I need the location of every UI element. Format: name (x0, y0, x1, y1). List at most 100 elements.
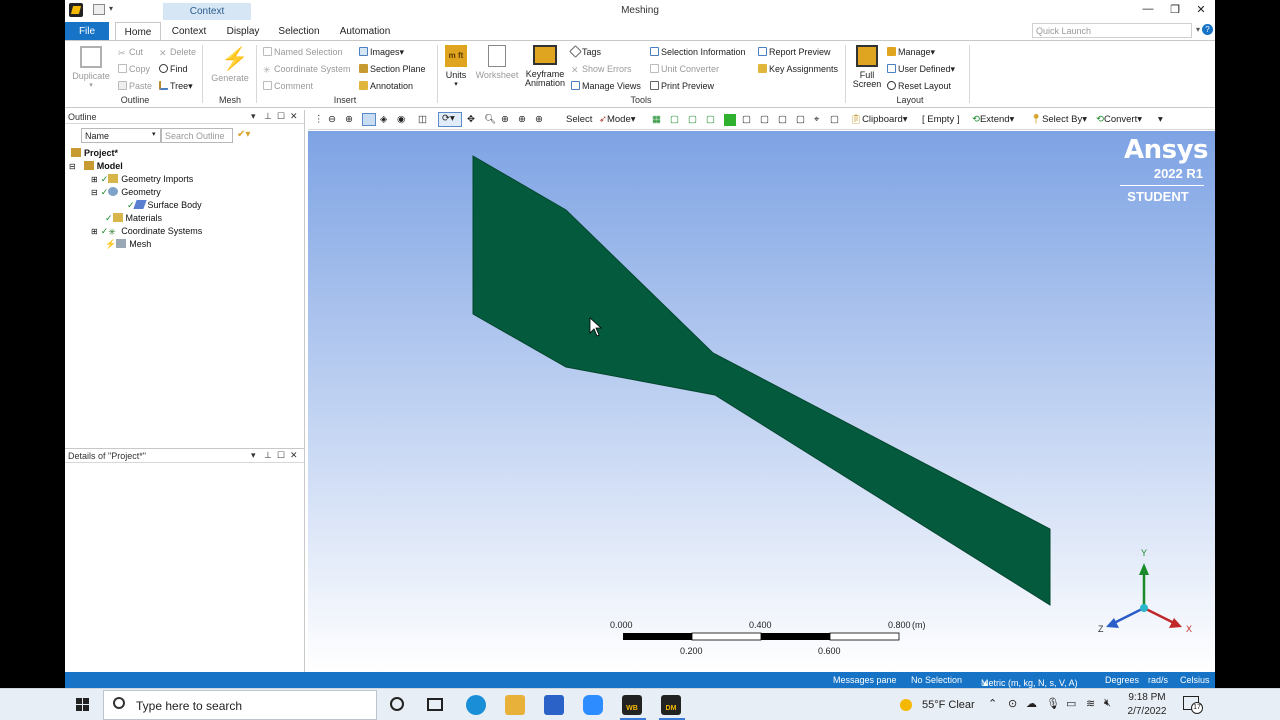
key-assignments-button[interactable]: Key Assignments (758, 64, 838, 74)
edge-browser-icon[interactable] (466, 695, 486, 715)
battery-icon[interactable]: ▭ (1066, 697, 1076, 710)
panel-close-icon[interactable]: ✕ (290, 111, 298, 122)
tree-item-materials[interactable]: ✓ Materials (105, 213, 162, 224)
zoom-icon[interactable]: 🔍︎ (484, 114, 496, 125)
quick-launch-input[interactable]: Quick Launch (1032, 23, 1192, 38)
filter-check-icon[interactable]: ✔▾ (237, 129, 250, 140)
messages-pane-button[interactable]: Messages pane (833, 675, 897, 685)
full-screen-button[interactable]: Full Screen (850, 45, 884, 89)
tab-file[interactable]: File (65, 22, 109, 40)
shaded-view-icon[interactable]: ◉ (397, 114, 405, 125)
design-modeler-app-icon[interactable]: DM (661, 695, 681, 715)
maximize-icon[interactable]: ☐ (277, 450, 285, 461)
dropdown-arrow-icon[interactable]: ▾ (1196, 25, 1200, 34)
annotation-button[interactable]: Annotation (359, 81, 413, 91)
task-view-icon[interactable] (427, 698, 443, 711)
copy-button[interactable]: Copy (118, 64, 150, 74)
clock-date[interactable]: 2/7/2022 (1124, 706, 1170, 717)
named-selection-button[interactable]: Named Selection (263, 47, 343, 57)
report-preview-button[interactable]: Report Preview (758, 47, 831, 57)
zoom-out-icon[interactable]: ⊖ (328, 114, 336, 125)
tree-item-surface-body[interactable]: ✓ Surface Body (127, 200, 202, 211)
workbench-app-icon[interactable]: WB (622, 695, 642, 715)
expand-icon[interactable]: ⊞ (91, 227, 98, 236)
convert-button[interactable]: ⟲Convert▾ (1096, 114, 1142, 125)
clipboard-button[interactable]: 📋︎Clipboard▾ (850, 114, 908, 125)
extend-button[interactable]: ⟲Extend▾ (972, 114, 1014, 125)
select-mesh-icon[interactable] (724, 114, 736, 126)
reset-layout-button[interactable]: Reset Layout (887, 81, 951, 91)
volume-muted-icon[interactable]: 🔇︎ (1104, 697, 1111, 710)
images-button[interactable]: Images▾ (359, 47, 404, 58)
generate-button[interactable]: ⚡ Generate (207, 46, 253, 83)
weather-status[interactable]: 55°F Clear (922, 699, 975, 711)
select-vertex-icon[interactable]: ▦ (652, 114, 661, 125)
minimize-button[interactable]: — (1136, 3, 1160, 19)
select-body-icon[interactable]: ▢ (706, 114, 715, 125)
zoom-app-icon[interactable] (583, 695, 603, 715)
show-errors-button[interactable]: ✕ Show Errors (571, 64, 632, 75)
tree-item-geometry-imports[interactable]: ⊞ ✓ Geometry Imports (91, 174, 193, 185)
microphone-icon[interactable]: 🎙︎ (1046, 697, 1060, 710)
toolbar-overflow-icon[interactable]: ▾ (1158, 114, 1163, 125)
select-all-icon[interactable]: ▢ (796, 114, 805, 125)
onedrive-icon[interactable]: ☁ (1026, 697, 1037, 710)
cut-button[interactable]: ✂ Cut (118, 47, 143, 58)
find-button[interactable]: Find (159, 64, 188, 74)
manage-button[interactable]: Manage▾ (887, 47, 935, 58)
units-button[interactable]: m ft Units ▾ (441, 45, 471, 89)
tab-selection[interactable]: Selection (277, 22, 321, 40)
notifications-icon[interactable]: 17 (1183, 696, 1203, 714)
select-face-icon[interactable]: ▢ (688, 114, 697, 125)
paste-button[interactable]: Paste (118, 81, 152, 91)
select-element-face-icon[interactable]: ▢ (760, 114, 769, 125)
help-icon[interactable]: ? (1202, 24, 1213, 35)
wifi-icon[interactable]: ≋ (1086, 697, 1095, 710)
keyframe-animation-button[interactable]: Keyframe Animation (522, 45, 568, 88)
wireframe-box-icon[interactable] (362, 113, 376, 126)
panel-menu-icon[interactable]: ▾ (251, 111, 256, 122)
magnifier-window-icon[interactable]: ⊕ (535, 114, 543, 125)
tree-item-model[interactable]: ⊟ Model (69, 161, 123, 171)
tab-home[interactable]: Home (115, 22, 161, 40)
zoom-in-icon[interactable]: ⊕ (345, 114, 353, 125)
tree-item-project[interactable]: Project* (71, 148, 118, 158)
close-button[interactable]: ✕ (1189, 3, 1213, 19)
zoom-to-fit-icon[interactable]: ⊕ (518, 114, 526, 125)
tag-select-icon[interactable]: ⌖ (814, 114, 819, 125)
graphics-viewport[interactable]: Ansys 2022 R1 STUDENT 0.000 0.400 0.800 … (308, 131, 1215, 672)
box-view-icon[interactable]: ◈ (380, 114, 387, 125)
section-plane-button[interactable]: Section Plane (359, 64, 426, 74)
tree-item-geometry[interactable]: ⊟ ✓ Geometry (91, 187, 161, 198)
tree-item-coordinate-systems[interactable]: ⊞ ✓✳ Coordinate Systems (91, 226, 202, 237)
taskbar-search-input[interactable]: Type here to search (103, 690, 377, 720)
select-node-icon[interactable]: ▢ (742, 114, 751, 125)
surface-body-geometry[interactable] (472, 155, 1051, 606)
select-by-button[interactable]: 📍︎Select By▾ (1030, 114, 1087, 125)
weather-sun-icon[interactable] (900, 699, 912, 711)
pin-icon[interactable]: ⊥ (264, 111, 272, 122)
print-preview-button[interactable]: Print Preview (650, 81, 714, 91)
collapse-icon[interactable]: ⊟ (91, 188, 98, 197)
tree-item-mesh[interactable]: ⚡ Mesh (105, 239, 151, 250)
clock-time[interactable]: 9:18 PM (1124, 692, 1170, 703)
rotate-dropdown[interactable]: ⟳▾ (438, 112, 462, 127)
worksheet-button[interactable]: Worksheet (473, 45, 521, 80)
store-icon[interactable] (544, 695, 564, 715)
select-filter-icon[interactable]: ▢ (830, 114, 839, 125)
meet-now-icon[interactable]: ⊙ (1008, 697, 1017, 710)
search-outline-input[interactable]: Search Outline (161, 128, 233, 143)
tab-automation[interactable]: Automation (337, 22, 393, 40)
unit-converter-button[interactable]: Unit Converter (650, 64, 719, 74)
manage-views-button[interactable]: Manage Views (571, 81, 641, 91)
coordinate-system-button[interactable]: ✳ Coordinate System (263, 64, 351, 75)
panel-close-icon[interactable]: ✕ (290, 450, 298, 461)
mode-button[interactable]: ➶Mode▾ (599, 114, 636, 125)
tree-button[interactable]: Tree▾ (159, 81, 193, 92)
box-zoom-icon[interactable]: ⊕ (501, 114, 509, 125)
name-filter-dropdown[interactable]: Name ▾ (81, 128, 161, 143)
pan-icon[interactable]: ✥ (467, 114, 475, 125)
select-edge-icon[interactable]: ▢ (670, 114, 679, 125)
tags-button[interactable]: Tags (569, 45, 601, 58)
panel-menu-icon[interactable]: ▾ (251, 450, 256, 461)
